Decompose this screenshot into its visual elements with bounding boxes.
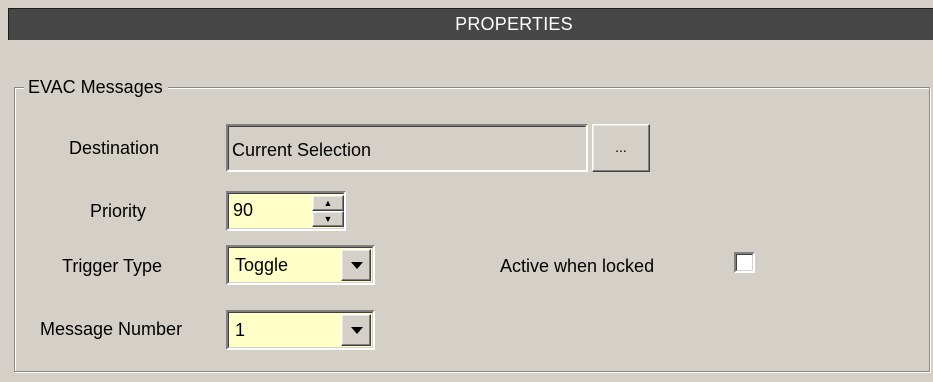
priority-label: Priority <box>90 201 147 221</box>
properties-panel: PROPERTIES EVAC Messages Destination Cur… <box>0 0 933 382</box>
message-number-select[interactable]: 1 <box>226 310 375 350</box>
trigger-type-select[interactable]: Toggle <box>226 245 375 285</box>
message-number-label: Message Number <box>40 319 183 339</box>
priority-stepper[interactable]: 90 ▲ ▼ <box>226 191 346 231</box>
chevron-down-icon <box>351 262 363 269</box>
active-when-locked-checkbox[interactable] <box>734 252 755 273</box>
message-number-value: 1 <box>235 320 246 340</box>
down-arrow-icon: ▼ <box>323 214 333 224</box>
destination-label: Destination <box>69 138 160 158</box>
message-number-dropdown-button[interactable] <box>341 314 371 346</box>
priority-decrement-button[interactable]: ▼ <box>312 211 344 227</box>
trigger-type-value: Toggle <box>235 255 289 275</box>
active-when-locked-label: Active when locked <box>500 256 655 276</box>
trigger-type-dropdown-button[interactable] <box>341 249 371 281</box>
chevron-down-icon <box>351 327 363 334</box>
destination-value: Current Selection <box>232 140 372 160</box>
up-arrow-icon: ▲ <box>323 198 333 208</box>
priority-spinner: ▲ ▼ <box>312 195 344 227</box>
priority-increment-button[interactable]: ▲ <box>312 195 344 211</box>
priority-value: 90 <box>233 200 254 220</box>
destination-browse-button[interactable]: ... <box>592 124 650 172</box>
destination-field[interactable]: Current Selection <box>226 124 588 172</box>
evac-messages-group-title: EVAC Messages <box>24 76 168 98</box>
properties-title: PROPERTIES <box>455 14 573 34</box>
properties-header: PROPERTIES <box>8 8 933 40</box>
trigger-type-label: Trigger Type <box>62 256 163 276</box>
